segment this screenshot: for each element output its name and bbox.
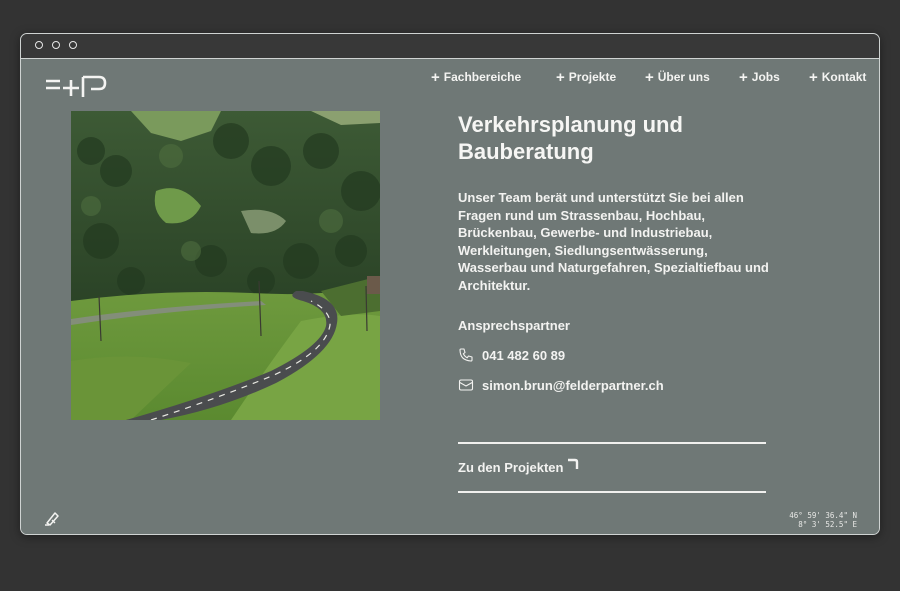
page-content: + Fachbereiche + Projekte + Über uns + J… [21,59,879,534]
mail-icon [458,379,474,391]
corner-arrow-icon [568,458,579,469]
phone-icon [459,348,473,362]
page-title: Verkehrsplanung und Bauberatung [458,111,788,165]
nav-label: Kontakt [821,70,867,84]
window-maximize-button[interactable] [69,41,77,49]
email-address: simon.brun@felderpartner.ch [482,377,664,393]
felder-partner-logo-icon[interactable] [45,75,109,99]
nav-ueber-uns[interactable]: + Über uns [645,67,710,87]
window-titlebar [21,34,879,59]
projects-link-label: Zu den Projekten [458,459,564,475]
contact-phone[interactable]: 041 482 60 89 [458,346,565,364]
divider-top [458,442,766,444]
coordinates-longitude: 8° 3' 52.5" E [798,520,857,529]
browser-window: + Fachbereiche + Projekte + Über uns + J… [20,33,880,535]
nav-label: Jobs [751,70,780,84]
nav-kontakt[interactable]: + Kontakt [809,67,866,87]
road-landscape-photo [71,111,380,420]
description-text: Unser Team berät und unterstützt Sie bei… [458,190,769,293]
page-title-line2: Bauberatung [458,139,594,164]
plus-icon: + [556,68,565,86]
nav-jobs[interactable]: + Jobs [739,67,780,87]
nav-label: Über uns [657,70,710,84]
nav-fachbereiche[interactable]: + Fachbereiche [431,67,521,87]
window-close-button[interactable] [35,41,43,49]
coordinates: 46° 59' 36.4" N 8° 3' 52.5" E [789,511,857,529]
plus-icon: + [431,68,440,86]
coordinates-latitude: 46° 59' 36.4" N [789,511,857,520]
plus-icon: + [809,68,818,86]
projects-link[interactable]: Zu den Projekten [458,457,579,477]
window-minimize-button[interactable] [52,41,60,49]
divider-bottom [458,491,766,493]
nav-projekte[interactable]: + Projekte [556,67,616,87]
page-title-line1: Verkehrsplanung und [458,112,683,137]
nav-label: Fachbereiche [443,70,522,84]
phone-number: 041 482 60 89 [482,347,566,363]
plus-icon: + [739,68,748,86]
nav-label: Projekte [568,70,617,84]
contact-label: Ansprechspartner [458,318,570,333]
plus-icon: + [645,68,654,86]
pen-icon[interactable] [43,509,61,527]
contact-email[interactable]: simon.brun@felderpartner.ch [458,376,664,394]
